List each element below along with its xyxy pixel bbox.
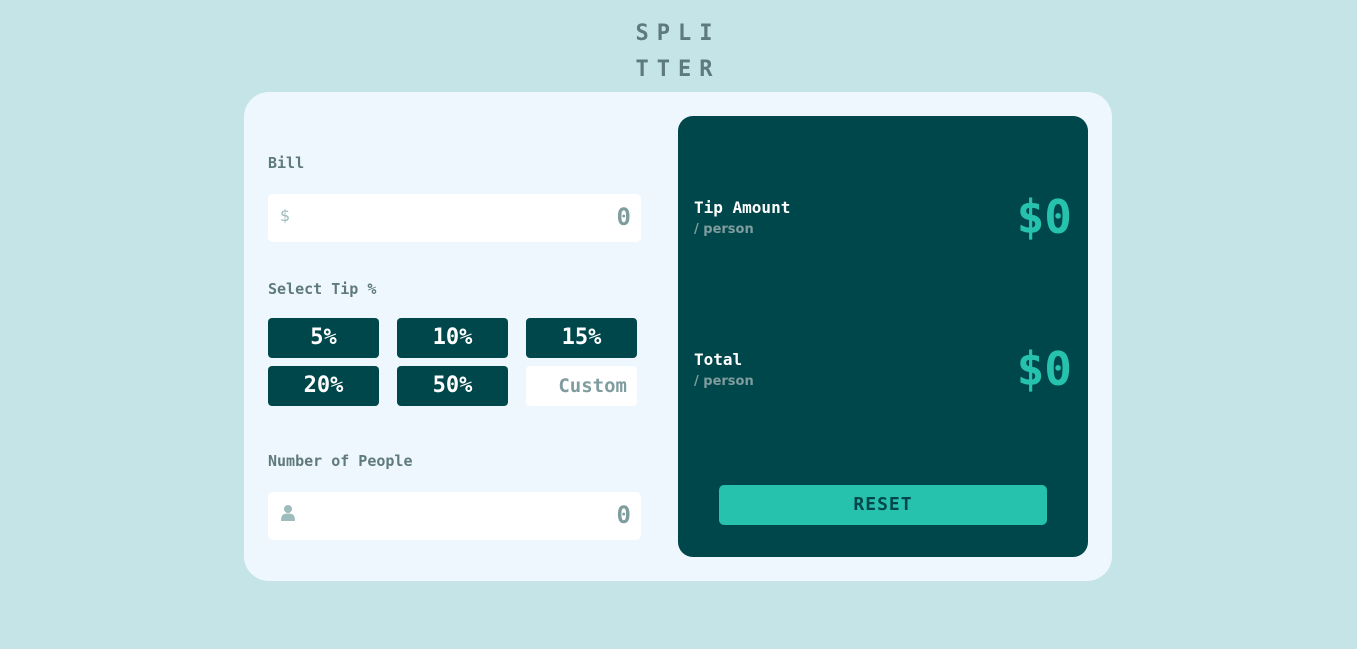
dollar-icon: $ <box>280 206 291 225</box>
reset-button[interactable]: RESET <box>719 485 1047 525</box>
bill-label: Bill <box>268 154 305 172</box>
tip-amount-per-person: / person <box>694 222 754 237</box>
tip-button-20[interactable]: 20% <box>268 366 379 406</box>
select-tip-label: Select Tip % <box>268 280 377 298</box>
logo-line-1: SPLI <box>635 21 721 46</box>
total-per-person: / person <box>694 374 754 389</box>
tip-button-10[interactable]: 10% <box>397 318 508 358</box>
bill-input[interactable]: $ 0 <box>268 194 641 242</box>
calculator-card: Bill $ 0 Select Tip % 5% 10% 15% 20% 50%… <box>244 92 1112 581</box>
tip-amount-value: $0 <box>1016 190 1072 244</box>
bill-value: 0 <box>616 203 631 231</box>
result-panel: Tip Amount / person $0 Total / person $0… <box>678 116 1088 557</box>
total-value: $0 <box>1016 342 1072 396</box>
people-value: 0 <box>616 501 631 529</box>
people-input[interactable]: 0 <box>268 492 641 540</box>
app-logo: SPLI TTER <box>628 16 728 88</box>
tip-button-15[interactable]: 15% <box>526 318 637 358</box>
person-icon <box>281 505 295 525</box>
total-title: Total <box>694 350 743 369</box>
custom-tip-input[interactable]: Custom <box>526 366 637 406</box>
tip-button-50[interactable]: 50% <box>397 366 508 406</box>
number-of-people-label: Number of People <box>268 452 413 470</box>
tip-button-5[interactable]: 5% <box>268 318 379 358</box>
tip-amount-title: Tip Amount <box>694 198 791 217</box>
logo-line-2: TTER <box>635 57 721 82</box>
